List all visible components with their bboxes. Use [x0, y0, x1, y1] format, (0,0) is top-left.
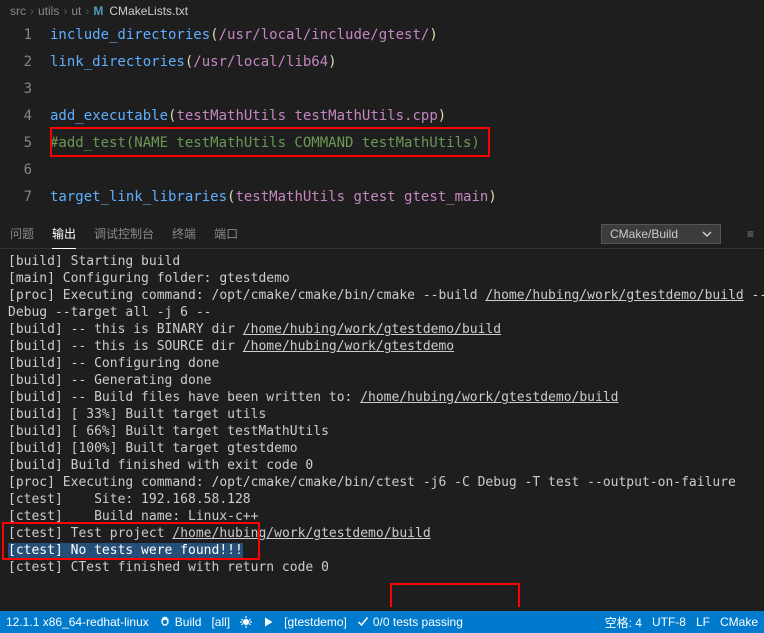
output-line: [build] -- Build files have been written…	[8, 389, 756, 406]
status-debug[interactable]	[240, 616, 252, 628]
path-link[interactable]: /home/hubing/work/gtestdemo/build	[360, 390, 618, 405]
path-link[interactable]: /home/hubing/work/gtestdemo/build	[172, 526, 430, 541]
tab-terminal[interactable]: 终端	[172, 219, 196, 248]
output-line: [ctest] Build name: Linux-c++	[8, 508, 756, 525]
output-line: [build] [100%] Built target gtestdemo	[8, 440, 756, 457]
tab-debug-console[interactable]: 调试控制台	[94, 219, 154, 248]
status-language[interactable]: CMake	[720, 615, 758, 629]
tab-output[interactable]: 输出	[52, 219, 76, 249]
code-line[interactable]: 7 target_link_libraries(testMathUtils gt…	[0, 184, 764, 211]
path-link[interactable]: /home/hubing/work/gtestdemo/build	[485, 288, 743, 303]
line-number: 1	[0, 22, 50, 49]
line-number: 5	[0, 130, 50, 157]
panel-tabs: 问题 输出 调试控制台 终端 端口 CMake/Build ≡	[0, 219, 764, 249]
output-line: [build] Starting build	[8, 253, 756, 270]
code-line[interactable]: 5 #add_test(NAME testMathUtils COMMAND t…	[0, 130, 764, 157]
cmake-file-icon: M	[93, 4, 103, 18]
tab-ports[interactable]: 端口	[214, 219, 238, 248]
chevron-down-icon	[702, 229, 712, 239]
code-line[interactable]: 2 link_directories(/usr/local/lib64)	[0, 49, 764, 76]
highlight-box	[390, 583, 520, 607]
status-build-target[interactable]: [all]	[211, 615, 230, 629]
code-line[interactable]: 6	[0, 157, 764, 184]
output-line: [build] Build finished with exit code 0	[8, 457, 756, 474]
output-line: [ctest] CTest finished with return code …	[8, 559, 756, 576]
output-line: [build] -- Generating done	[8, 372, 756, 389]
line-number: 6	[0, 157, 50, 184]
output-channel-select[interactable]: CMake/Build	[601, 224, 721, 244]
status-indent[interactable]: 空格: 4	[605, 614, 642, 631]
output-line: [ctest] No tests were found!!!	[8, 542, 756, 559]
editor[interactable]: 1 include_directories(/usr/local/include…	[0, 22, 764, 211]
chevron-right-icon: ›	[85, 4, 89, 18]
status-encoding[interactable]: UTF-8	[652, 615, 686, 629]
status-launch-target[interactable]: [gtestdemo]	[284, 615, 347, 629]
chevron-right-icon: ›	[63, 4, 67, 18]
output-line: [build] -- this is SOURCE dir /home/hubi…	[8, 338, 756, 355]
output-line: [main] Configuring folder: gtestdemo	[8, 270, 756, 287]
output-line: [build] -- Configuring done	[8, 355, 756, 372]
line-number: 4	[0, 103, 50, 130]
bug-icon	[240, 616, 252, 628]
path-link[interactable]: /home/hubing/work/gtestdemo/build	[243, 322, 501, 337]
output-line: [proc] Executing command: /opt/cmake/cma…	[8, 287, 756, 304]
line-number: 3	[0, 76, 50, 103]
status-run[interactable]	[262, 616, 274, 628]
output-panel[interactable]: [build] Starting build [main] Configurin…	[0, 249, 764, 607]
clear-output-icon[interactable]: ≡	[747, 227, 754, 241]
output-line: [ctest] Site: 192.168.58.128	[8, 491, 756, 508]
breadcrumb-item[interactable]: ut	[71, 4, 81, 18]
code-line[interactable]: 4 add_executable(testMathUtils testMathU…	[0, 103, 764, 130]
line-number: 7	[0, 184, 50, 211]
line-number: 2	[0, 49, 50, 76]
status-tests[interactable]: 0/0 tests passing	[357, 615, 463, 629]
output-line: Debug --target all -j 6 --	[8, 304, 756, 321]
tab-problems[interactable]: 问题	[10, 219, 34, 248]
status-eol[interactable]: LF	[696, 615, 710, 629]
breadcrumb-item[interactable]: src	[10, 4, 26, 18]
output-line: [build] [ 66%] Built target testMathUtil…	[8, 423, 756, 440]
output-line: [build] [ 33%] Built target utils	[8, 406, 756, 423]
output-line: [ctest] Test project /home/hubing/work/g…	[8, 525, 756, 542]
breadcrumb-item[interactable]: utils	[38, 4, 59, 18]
output-line: [proc] Executing command: /opt/cmake/cma…	[8, 474, 756, 491]
chevron-right-icon: ›	[30, 4, 34, 18]
code-line[interactable]: 1 include_directories(/usr/local/include…	[0, 22, 764, 49]
breadcrumb-file[interactable]: CMakeLists.txt	[109, 4, 188, 18]
code-line[interactable]: 3	[0, 76, 764, 103]
status-bar: 12.1.1 x86_64-redhat-linux Build [all] […	[0, 611, 764, 633]
gear-icon	[159, 616, 171, 628]
status-build[interactable]: Build	[159, 615, 202, 629]
path-link[interactable]: /home/hubing/work/gtestdemo	[243, 339, 454, 354]
breadcrumb: src › utils › ut › M CMakeLists.txt	[0, 0, 764, 22]
status-toolchain[interactable]: 12.1.1 x86_64-redhat-linux	[6, 615, 149, 629]
output-line: [build] -- this is BINARY dir /home/hubi…	[8, 321, 756, 338]
play-icon	[262, 616, 274, 628]
check-icon	[357, 616, 369, 628]
